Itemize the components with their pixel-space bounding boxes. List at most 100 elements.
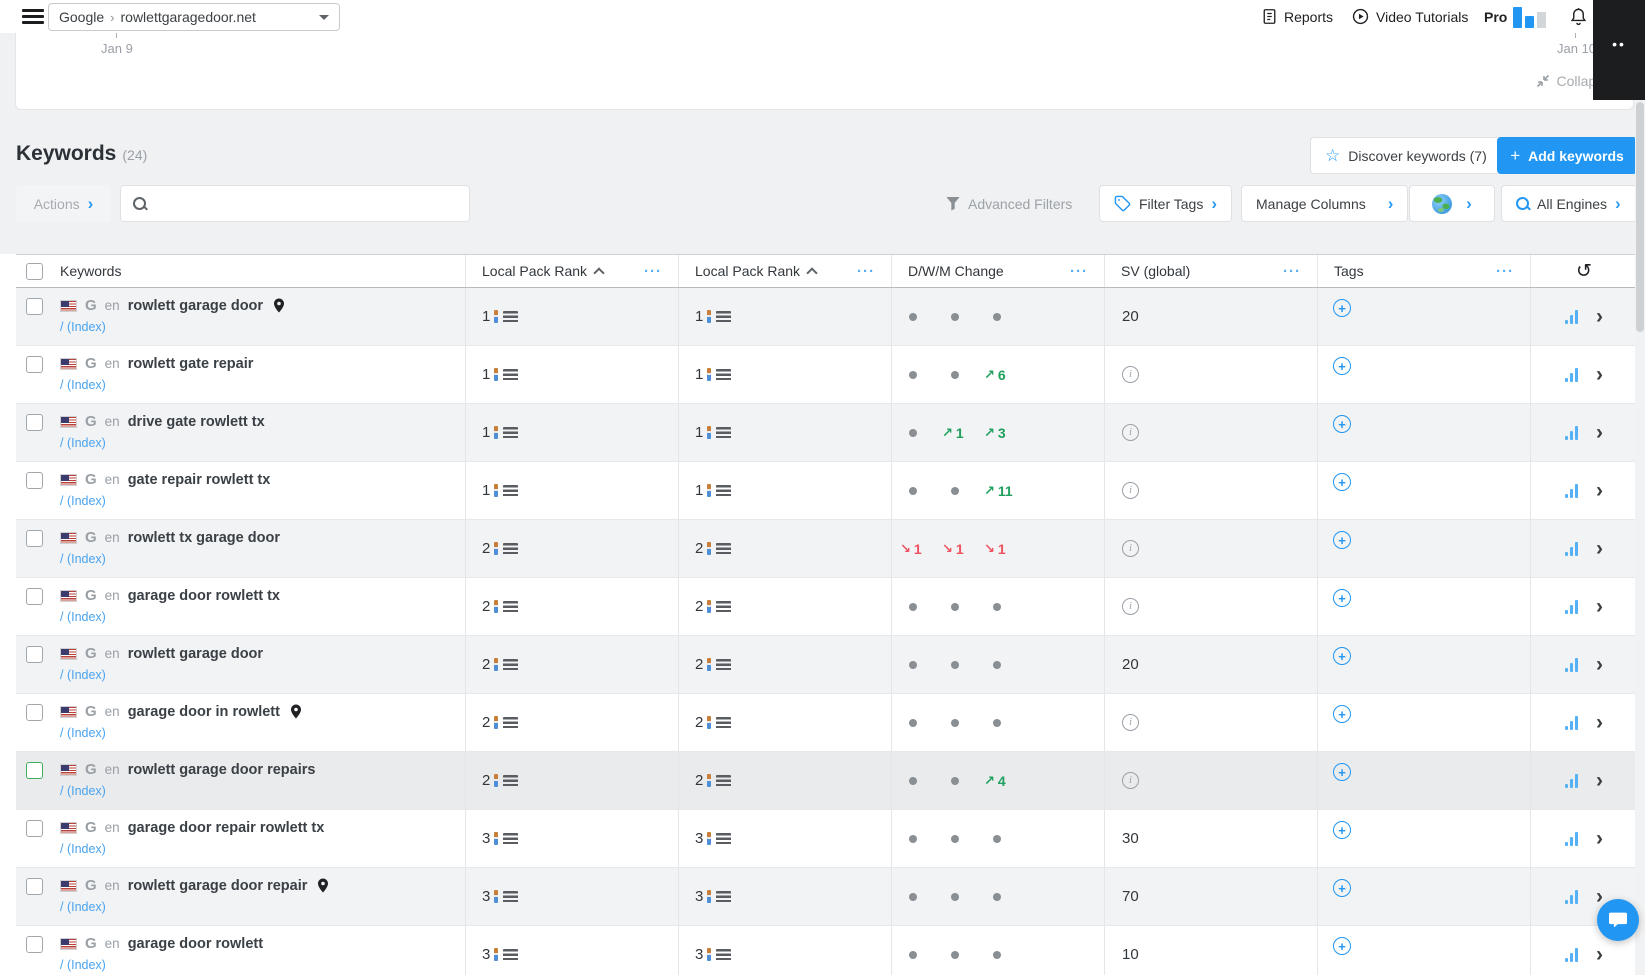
- column-header-local-pack-rank-1[interactable]: Local Pack Rank ···: [465, 255, 678, 287]
- keyword-search-box[interactable]: [120, 185, 470, 222]
- landing-page-link[interactable]: / (Index): [60, 726, 106, 740]
- info-icon[interactable]: i: [1122, 482, 1139, 499]
- add-tag-button[interactable]: +: [1333, 357, 1351, 375]
- project-selector[interactable]: Google › rowlettgaragedoor.net: [48, 3, 340, 31]
- row-expand-chevron[interactable]: ›: [1596, 712, 1603, 733]
- column-menu-icon[interactable]: ···: [644, 263, 662, 280]
- rank-chart-icon[interactable]: [1565, 542, 1578, 556]
- all-engines-button[interactable]: All Engines ›: [1501, 185, 1637, 222]
- table-row[interactable]: G en garage door repair rowlett tx / (In…: [16, 810, 1637, 868]
- table-row[interactable]: G en rowlett garage door / (Index) 2 2: [16, 636, 1637, 694]
- row-checkbox[interactable]: [26, 820, 43, 837]
- add-tag-button[interactable]: +: [1333, 473, 1351, 491]
- row-expand-chevron[interactable]: ›: [1596, 480, 1603, 501]
- landing-page-link[interactable]: / (Index): [60, 668, 106, 682]
- landing-page-link[interactable]: / (Index): [60, 320, 106, 334]
- add-tag-button[interactable]: +: [1333, 299, 1351, 317]
- side-panel-toggle[interactable]: ••: [1593, 0, 1645, 100]
- advanced-filters-button[interactable]: Advanced Filters: [946, 185, 1072, 222]
- row-expand-chevron[interactable]: ›: [1596, 828, 1603, 849]
- landing-page-link[interactable]: / (Index): [60, 842, 106, 856]
- column-menu-icon[interactable]: ···: [1496, 263, 1514, 280]
- row-expand-chevron[interactable]: ›: [1596, 538, 1603, 559]
- row-expand-chevron[interactable]: ›: [1596, 770, 1603, 791]
- rank-chart-icon[interactable]: [1565, 832, 1578, 846]
- table-row[interactable]: G en rowlett garage door repair / (Index…: [16, 868, 1637, 926]
- location-filter-button[interactable]: ›: [1409, 185, 1495, 222]
- landing-page-link[interactable]: / (Index): [60, 610, 106, 624]
- menu-icon[interactable]: [22, 9, 44, 24]
- info-icon[interactable]: i: [1122, 366, 1139, 383]
- rank-chart-icon[interactable]: [1565, 600, 1578, 614]
- rank-chart-icon[interactable]: [1565, 890, 1578, 904]
- rank-chart-icon[interactable]: [1565, 484, 1578, 498]
- row-expand-chevron[interactable]: ›: [1596, 886, 1603, 907]
- discover-keywords-button[interactable]: ☆ Discover keywords (7): [1310, 137, 1502, 174]
- add-tag-button[interactable]: +: [1333, 879, 1351, 897]
- table-row[interactable]: G en garage door rowlett / (Index) 3 3: [16, 926, 1637, 975]
- filter-tags-button[interactable]: Filter Tags ›: [1099, 185, 1232, 222]
- row-expand-chevron[interactable]: ›: [1596, 306, 1603, 327]
- table-row[interactable]: G en garage door rowlett tx / (Index) 2 …: [16, 578, 1637, 636]
- usage-bars-icon[interactable]: [1513, 6, 1546, 28]
- scrollbar-thumb[interactable]: [1636, 102, 1644, 332]
- info-icon[interactable]: i: [1122, 772, 1139, 789]
- row-expand-chevron[interactable]: ›: [1596, 364, 1603, 385]
- info-icon[interactable]: i: [1122, 540, 1139, 557]
- row-expand-chevron[interactable]: ›: [1596, 654, 1603, 675]
- add-tag-button[interactable]: +: [1333, 821, 1351, 839]
- table-row[interactable]: G en garage door in rowlett / (Index) 2: [16, 694, 1637, 752]
- rank-chart-icon[interactable]: [1565, 426, 1578, 440]
- row-checkbox[interactable]: [26, 414, 43, 431]
- reports-link[interactable]: Reports: [1262, 0, 1333, 33]
- table-row[interactable]: G en rowlett gate repair / (Index) 1 1: [16, 346, 1637, 404]
- row-checkbox[interactable]: [26, 588, 43, 605]
- landing-page-link[interactable]: / (Index): [60, 494, 106, 508]
- rank-chart-icon[interactable]: [1565, 716, 1578, 730]
- row-checkbox[interactable]: [26, 762, 43, 779]
- table-row[interactable]: G en drive gate rowlett tx / (Index) 1 1: [16, 404, 1637, 462]
- table-row[interactable]: G en rowlett garage door / (Index) 1: [16, 288, 1637, 346]
- row-checkbox[interactable]: [26, 530, 43, 547]
- manage-columns-button[interactable]: Manage Columns ›: [1241, 185, 1408, 222]
- landing-page-link[interactable]: / (Index): [60, 958, 106, 972]
- column-header-sv-global[interactable]: SV (global) ···: [1104, 255, 1317, 287]
- scrollbar[interactable]: [1635, 100, 1645, 975]
- landing-page-link[interactable]: / (Index): [60, 784, 106, 798]
- row-checkbox[interactable]: [26, 298, 43, 315]
- add-tag-button[interactable]: +: [1333, 937, 1351, 955]
- landing-page-link[interactable]: / (Index): [60, 552, 106, 566]
- info-icon[interactable]: i: [1122, 714, 1139, 731]
- info-icon[interactable]: i: [1122, 424, 1139, 441]
- add-tag-button[interactable]: +: [1333, 589, 1351, 607]
- table-row[interactable]: G en rowlett tx garage door / (Index) 2 …: [16, 520, 1637, 578]
- info-icon[interactable]: i: [1122, 598, 1139, 615]
- actions-button[interactable]: Actions ›: [16, 185, 111, 222]
- select-all-checkbox[interactable]: [26, 263, 43, 280]
- add-tag-button[interactable]: +: [1333, 647, 1351, 665]
- row-checkbox[interactable]: [26, 878, 43, 895]
- row-checkbox[interactable]: [26, 472, 43, 489]
- column-menu-icon[interactable]: ···: [1283, 263, 1301, 280]
- table-row[interactable]: G en gate repair rowlett tx / (Index) 1 …: [16, 462, 1637, 520]
- landing-page-link[interactable]: / (Index): [60, 900, 106, 914]
- row-checkbox[interactable]: [26, 356, 43, 373]
- column-header-dwm-change[interactable]: D/W/M Change ···: [891, 255, 1104, 287]
- add-tag-button[interactable]: +: [1333, 763, 1351, 781]
- column-menu-icon[interactable]: ···: [857, 263, 875, 280]
- row-checkbox[interactable]: [26, 646, 43, 663]
- landing-page-link[interactable]: / (Index): [60, 378, 106, 392]
- add-tag-button[interactable]: +: [1333, 531, 1351, 549]
- row-checkbox[interactable]: [26, 704, 43, 721]
- rank-chart-icon[interactable]: [1565, 774, 1578, 788]
- add-tag-button[interactable]: +: [1333, 705, 1351, 723]
- video-tutorials-link[interactable]: Video Tutorials: [1352, 0, 1468, 33]
- search-input[interactable]: [155, 196, 457, 212]
- add-keywords-button[interactable]: + Add keywords: [1497, 137, 1637, 174]
- column-header-local-pack-rank-2[interactable]: Local Pack Rank ···: [678, 255, 891, 287]
- row-expand-chevron[interactable]: ›: [1596, 422, 1603, 443]
- row-expand-chevron[interactable]: ›: [1596, 944, 1603, 965]
- column-header-tags[interactable]: Tags ···: [1317, 255, 1530, 287]
- column-menu-icon[interactable]: ···: [1070, 263, 1088, 280]
- notifications-button[interactable]: [1569, 0, 1588, 33]
